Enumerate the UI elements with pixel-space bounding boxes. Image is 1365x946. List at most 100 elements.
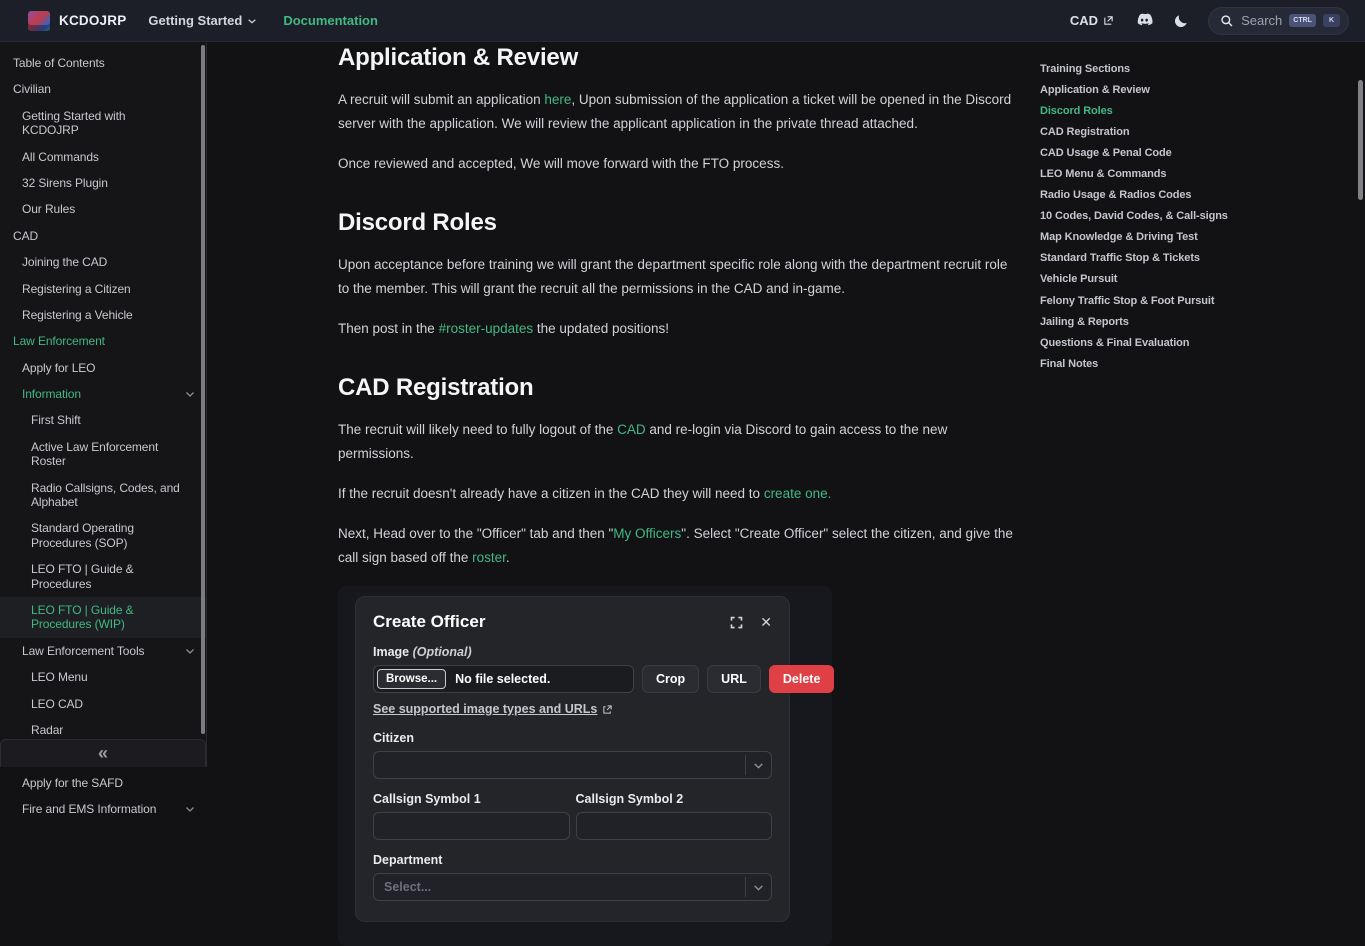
inline-link[interactable]: roster: [472, 550, 506, 565]
sidebar-item[interactable]: LEO FTO | Guide & Procedures: [0, 556, 206, 597]
sidebar-item-label: Joining the CAD: [22, 255, 107, 269]
navbar-right: CAD Search CTRL K: [1070, 7, 1349, 35]
brand-logo-icon: [28, 11, 50, 31]
sidebar-item[interactable]: Law Enforcement: [0, 328, 206, 354]
search-label: Search: [1241, 13, 1282, 28]
browse-button[interactable]: Browse...: [377, 669, 446, 689]
paragraph: A recruit will submit an application her…: [338, 88, 1018, 136]
sidebar-item-label: Law Enforcement Tools: [22, 644, 144, 658]
outline-item[interactable]: Training Sections: [1040, 64, 1340, 76]
sidebar: Table of Contents Civilian Getting Started…: [0, 42, 207, 767]
sidebar-item[interactable]: Law Enforcement Tools: [0, 638, 206, 664]
key-ctrl: CTRL: [1289, 14, 1316, 27]
nav-menu: Getting Started Documentation: [148, 13, 378, 28]
crop-button[interactable]: Crop: [642, 665, 699, 693]
outline-item[interactable]: Jailing & Reports: [1040, 317, 1340, 329]
doc-sections: Application & Review A recruit will submi…: [338, 44, 1018, 570]
close-icon[interactable]: ✕: [760, 614, 772, 631]
moon-icon[interactable]: [1173, 13, 1189, 29]
discord-icon[interactable]: [1133, 13, 1154, 29]
chevron-down-icon[interactable]: [184, 645, 196, 657]
outline-item[interactable]: LEO Menu & Commands: [1040, 169, 1340, 181]
brand-title: KCDOJRP: [59, 13, 126, 28]
sidebar-item[interactable]: Registering a Vehicle: [0, 302, 206, 328]
sidebar-item[interactable]: Registering a Citizen: [0, 276, 206, 302]
outline-item[interactable]: Map Knowledge & Driving Test: [1040, 232, 1340, 244]
citizen-select[interactable]: [373, 751, 772, 779]
sidebar-item[interactable]: Apply for LEO: [0, 355, 206, 381]
department-select[interactable]: Select...: [373, 873, 772, 901]
callsign1-input[interactable]: [373, 812, 570, 840]
callsign1-label: Callsign Symbol 1: [373, 792, 570, 806]
outline-item[interactable]: CAD Registration: [1040, 127, 1340, 139]
outline-item[interactable]: Questions & Final Evaluation: [1040, 338, 1340, 350]
sidebar-item-label: Civilian: [13, 82, 51, 96]
url-button[interactable]: URL: [707, 665, 761, 693]
page-scrollbar[interactable]: [1358, 80, 1363, 200]
inline-link[interactable]: My Officers: [613, 526, 681, 541]
chevron-down-icon[interactable]: [184, 388, 196, 400]
sidebar-item-label: LEO FTO | Guide & Procedures (WIP): [31, 603, 134, 631]
outline-item[interactable]: Radio Usage & Radios Codes: [1040, 190, 1340, 202]
outline-item[interactable]: Felony Traffic Stop & Foot Pursuit: [1040, 296, 1340, 308]
sidebar-item[interactable]: Active Law Enforcement Roster: [0, 434, 206, 475]
section-heading: Application & Review: [338, 44, 1018, 72]
sidebar-item[interactable]: Our Rules: [0, 196, 206, 222]
sidebar-item-label: Law Enforcement: [13, 334, 105, 348]
paragraph: If the recruit doesn't already have a ci…: [338, 482, 1018, 506]
sidebar-item[interactable]: Getting Started with KCDOJRP: [0, 103, 206, 144]
sidebar-item[interactable]: Radio Callsigns, Codes, and Alphabet: [0, 475, 206, 516]
nav-item-getting-started[interactable]: Getting Started: [148, 13, 257, 28]
sidebar-item[interactable]: Civilian: [0, 76, 206, 102]
sidebar-item-label: Our Rules: [22, 202, 75, 216]
sidebar-item[interactable]: LEO CAD: [0, 691, 206, 717]
outline-item[interactable]: Final Notes: [1040, 359, 1340, 371]
outline-item[interactable]: CAD Usage & Penal Code: [1040, 148, 1340, 160]
select-divider: [745, 755, 746, 775]
callsign2-input[interactable]: [576, 812, 773, 840]
sidebar-item[interactable]: Joining the CAD: [0, 249, 206, 275]
inline-link[interactable]: here: [544, 92, 571, 107]
modal-title: Create Officer: [373, 612, 485, 632]
outline-item[interactable]: Discord Roles: [1040, 106, 1340, 118]
search-input[interactable]: Search CTRL K: [1208, 7, 1349, 35]
sidebar-item[interactable]: Information: [0, 381, 206, 407]
supported-image-types-link[interactable]: See supported image types and URLs: [373, 702, 613, 716]
paragraph: Upon acceptance before training we will …: [338, 253, 1018, 301]
sidebar-item-label: 32 Sirens Plugin: [22, 176, 108, 190]
outline-item[interactable]: 10 Codes, David Codes, & Call-signs: [1040, 211, 1340, 223]
sidebar-item[interactable]: LEO Menu: [0, 664, 206, 690]
sidebar-item-label: LEO Menu: [31, 670, 88, 684]
outline-item[interactable]: Vehicle Pursuit: [1040, 274, 1340, 286]
expand-icon[interactable]: [729, 615, 744, 630]
sidebar-item[interactable]: Standard Operating Procedures (SOP): [0, 515, 206, 556]
sidebar-item-label: Getting Started with KCDOJRP: [22, 109, 125, 137]
outline-item[interactable]: Application & Review: [1040, 85, 1340, 97]
brand[interactable]: KCDOJRP: [28, 11, 126, 31]
sidebar-item[interactable]: CAD: [0, 223, 206, 249]
paragraph-text: If the recruit doesn't already have a ci…: [338, 486, 764, 501]
sidebar-item[interactable]: Table of Contents: [0, 50, 206, 76]
outline-list: Training Sections Application & Review Dis…: [1040, 64, 1340, 370]
sidebar-item[interactable]: First Shift: [0, 407, 206, 433]
delete-button[interactable]: Delete: [769, 665, 835, 693]
inline-link[interactable]: #roster-updates: [439, 321, 534, 336]
external-link-icon: [602, 704, 613, 715]
chevron-down-icon: [247, 16, 257, 26]
paragraph-text: Then post in the: [338, 321, 439, 336]
inline-link[interactable]: create one.: [764, 486, 832, 501]
image-file-input[interactable]: Browse... No file selected.: [373, 665, 634, 693]
nav-cad-external-link[interactable]: CAD: [1070, 13, 1114, 28]
sidebar-item-label: LEO FTO | Guide & Procedures: [31, 562, 134, 590]
collapse-icon: «: [98, 743, 108, 764]
sidebar-item[interactable]: 32 Sirens Plugin: [0, 170, 206, 196]
outline-item[interactable]: Standard Traffic Stop & Tickets: [1040, 253, 1340, 265]
sidebar-item-label: First Shift: [31, 413, 81, 427]
sidebar-collapse-button[interactable]: «: [0, 739, 206, 767]
sidebar-item[interactable]: All Commands: [0, 144, 206, 170]
nav-item-documentation[interactable]: Documentation: [283, 13, 378, 28]
sidebar-item[interactable]: LEO FTO | Guide & Procedures (WIP): [0, 597, 206, 638]
sidebar-scrollbar[interactable]: [201, 45, 205, 734]
inline-link[interactable]: CAD: [617, 422, 646, 437]
callsign2-label: Callsign Symbol 2: [576, 792, 773, 806]
